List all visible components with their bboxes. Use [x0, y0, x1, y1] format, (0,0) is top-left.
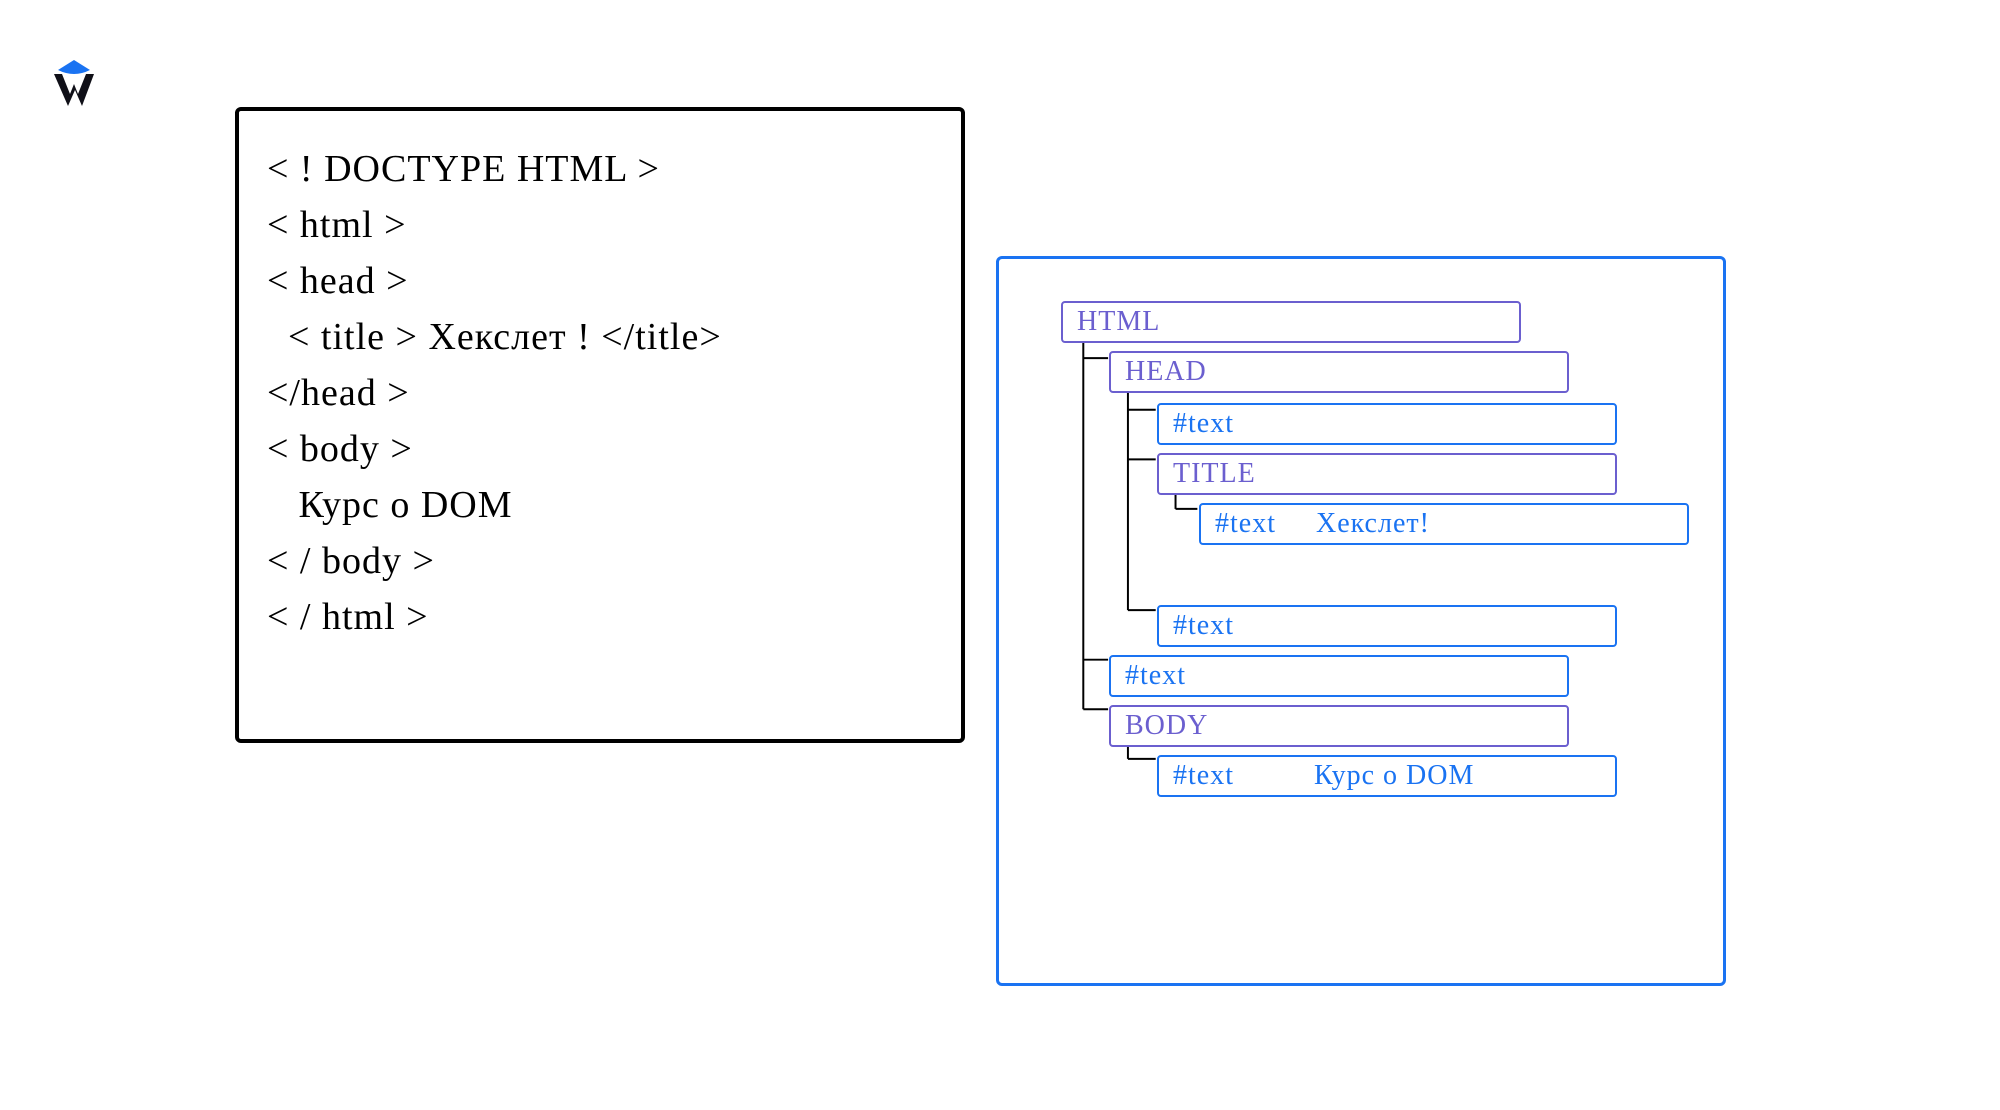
dom-node-text: #text [1157, 403, 1617, 445]
node-label: HEAD [1125, 356, 1207, 388]
code-line: </head > [267, 365, 933, 421]
code-line: < body > [267, 421, 933, 477]
node-label: BODY [1125, 710, 1208, 742]
node-label: #text [1173, 760, 1234, 792]
node-label: #text [1125, 660, 1186, 692]
hexlet-logo [54, 56, 94, 106]
code-line: < ! DOCTYPE HTML > [267, 141, 933, 197]
dom-node-text: #text Курс о DOM [1157, 755, 1617, 797]
node-label: TITLE [1173, 458, 1256, 490]
code-line: < / html > [267, 589, 933, 645]
code-line: < title > Хекслет ! </title> [267, 309, 933, 365]
dom-node-body: BODY [1109, 705, 1569, 747]
code-line: < / body > [267, 533, 933, 589]
node-label: #text [1173, 408, 1234, 440]
dom-node-text: #text [1157, 605, 1617, 647]
node-label: HTML [1077, 306, 1160, 338]
dom-node-html: HTML [1061, 301, 1521, 343]
node-text-content: Курс о DOM [1314, 760, 1474, 792]
dom-tree-panel: HTML HEAD #text TITLE #text Хекслет! #te… [996, 256, 1726, 986]
code-line: < head > [267, 253, 933, 309]
dom-node-text: #text [1109, 655, 1569, 697]
html-source-panel: < ! DOCTYPE HTML > < html > < head > < t… [235, 107, 965, 743]
dom-node-title: TITLE [1157, 453, 1617, 495]
code-line: Курс о DOM [267, 477, 933, 533]
node-text-content: Хекслет! [1316, 508, 1430, 540]
dom-node-head: HEAD [1109, 351, 1569, 393]
node-label: #text [1173, 610, 1234, 642]
node-label: #text [1215, 508, 1276, 540]
code-line: < html > [267, 197, 933, 253]
dom-node-text: #text Хекслет! [1199, 503, 1689, 545]
